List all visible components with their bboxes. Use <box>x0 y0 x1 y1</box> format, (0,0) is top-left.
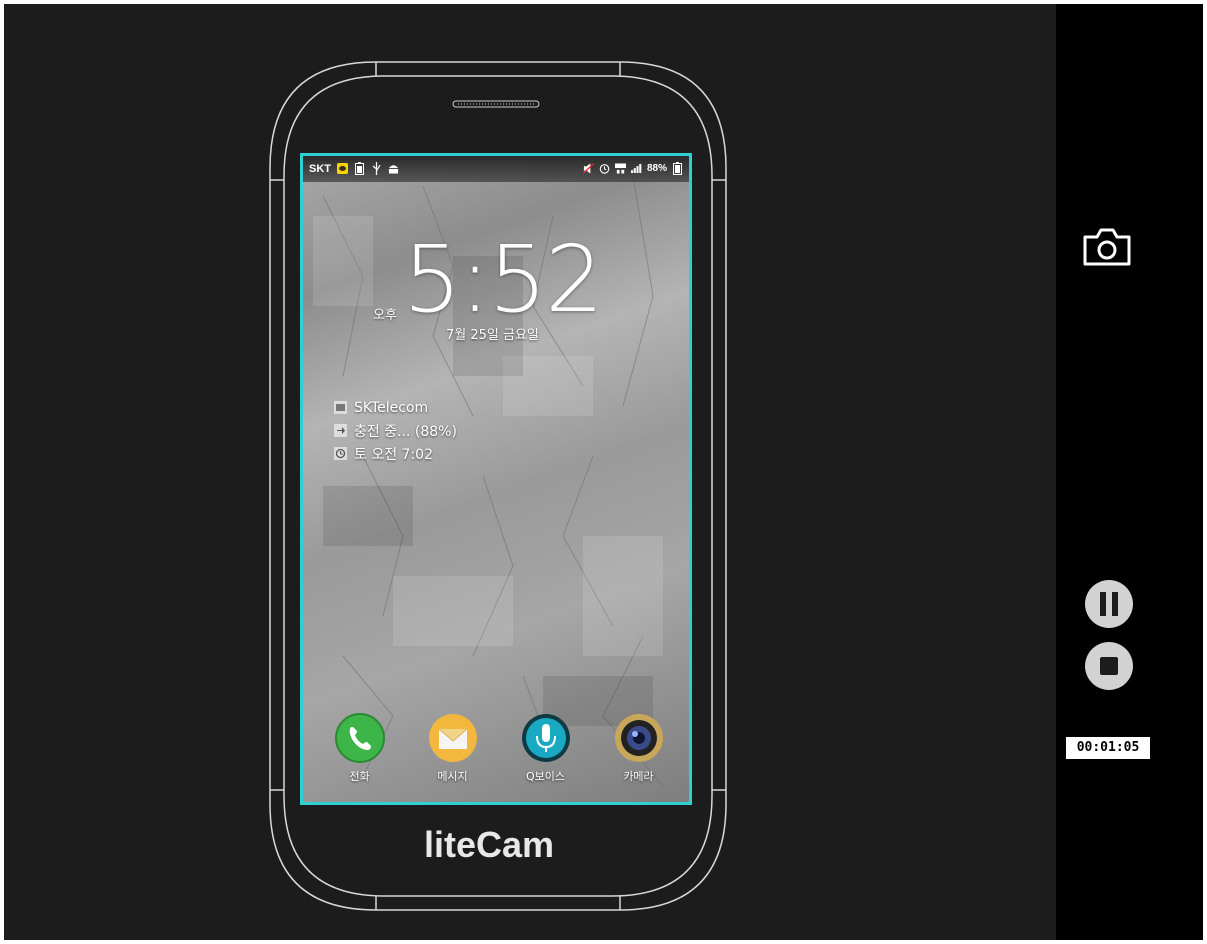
lockscreen-info: SKTelecom 충전 중... (88%) 토 오전 7:02 <box>333 396 457 465</box>
usb-icon <box>372 162 381 175</box>
battery-notification-icon <box>355 162 364 175</box>
screenshot-camera-icon[interactable] <box>1081 227 1133 267</box>
phone-icon <box>334 713 385 763</box>
phone-screen[interactable]: SKT 88% 5:52 오후 7월 25일 금요일 SKTelecom 충전 … <box>300 153 692 805</box>
app-window: SKT 88% 5:52 오후 7월 25일 금요일 SKTelecom 충전 … <box>4 4 1203 940</box>
dock-item-phone[interactable]: 전화 <box>313 712 406 802</box>
voice-icon <box>521 714 570 762</box>
battery-percent: 88% <box>646 163 667 174</box>
lockscreen-clock: 5:52 <box>403 226 604 333</box>
dock-label: Q보이스 <box>525 770 566 783</box>
alarm-icon <box>334 447 347 460</box>
info-row-charging: 충전 중... (88%) <box>333 419 457 442</box>
speaker-grille <box>452 100 540 108</box>
dock-label: 메시지 <box>437 770 468 783</box>
lockscreen-date: 7월 25일 금요일 <box>446 328 539 343</box>
info-text: 토 오전 7:02 <box>354 446 433 463</box>
android-debug-icon <box>388 165 399 174</box>
app-dock: 전화 메시지 Q보이스 카메라 <box>303 712 689 802</box>
camera-icon <box>614 714 663 762</box>
signal-icon <box>630 164 642 173</box>
info-row-alarm: 토 오전 7:02 <box>333 442 457 465</box>
stop-icon[interactable] <box>1084 641 1134 691</box>
dock-label: 카메라 <box>623 770 654 783</box>
dock-item-camera[interactable]: 카메라 <box>592 712 685 802</box>
recording-stage: SKT 88% 5:52 오후 7월 25일 금요일 SKTelecom 충전 … <box>4 4 1056 940</box>
brand-logo: liteCam <box>424 824 555 865</box>
message-icon <box>428 714 477 762</box>
kakaotalk-notification-icon <box>337 163 348 174</box>
pause-icon[interactable] <box>1084 579 1134 629</box>
dock-item-qvoice[interactable]: Q보이스 <box>499 712 592 802</box>
carrier-label: SKT <box>309 162 331 175</box>
network-type-icon <box>614 163 626 174</box>
info-text: SKTelecom <box>354 399 429 416</box>
status-bar: SKT 88% <box>303 156 689 182</box>
charging-icon <box>334 424 347 437</box>
dock-label: 전화 <box>349 770 370 783</box>
info-row-carrier: SKTelecom <box>333 396 457 419</box>
recording-timer: 00:01:05 <box>1066 737 1150 759</box>
sim-card-icon <box>334 401 347 414</box>
battery-icon <box>673 162 682 175</box>
alarm-status-icon <box>599 164 610 174</box>
recording-control-panel: 00:01:05 <box>1056 4 1203 940</box>
info-text: 충전 중... (88%) <box>354 423 457 440</box>
lockscreen-ampm: 오후 <box>373 308 397 323</box>
mute-icon <box>582 162 594 175</box>
dock-item-message[interactable]: 메시지 <box>406 712 499 802</box>
